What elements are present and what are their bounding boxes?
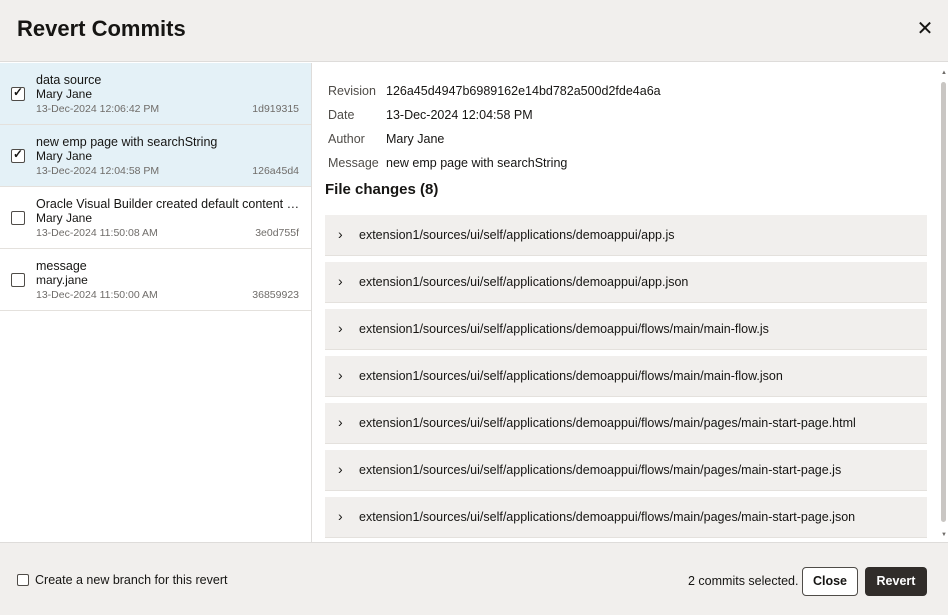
commit-date: 13-Dec-2024 12:06:42 PM (36, 103, 160, 115)
revision-value: 126a45d4947b6989162e14bd782a500d2fde4a6a (386, 84, 661, 98)
commit-checkbox[interactable] (11, 211, 25, 225)
author-label: Author (328, 132, 365, 146)
chevron-right-icon: › (338, 461, 343, 477)
file-change-row[interactable]: › extension1/sources/ui/self/application… (325, 403, 927, 444)
commit-item[interactable]: message mary.jane 13-Dec-2024 11:50:00 A… (0, 249, 311, 311)
chevron-right-icon: › (338, 414, 343, 430)
commit-item[interactable]: Oracle Visual Builder created default co… (0, 187, 311, 249)
revision-label: Revision (328, 84, 376, 98)
commit-message: new emp page with searchString (36, 135, 218, 149)
dialog-title: Revert Commits (17, 16, 186, 41)
chevron-right-icon: › (338, 508, 343, 524)
chevron-right-icon: › (338, 367, 343, 383)
file-changes-title: File changes (8) (325, 181, 439, 198)
commit-date: 13-Dec-2024 11:50:00 AM (36, 289, 158, 301)
close-button[interactable]: Close (802, 567, 858, 596)
dialog-header: Revert Commits ✕ (0, 0, 948, 62)
commit-item[interactable]: ✓ new emp page with searchString Mary Ja… (0, 125, 311, 187)
commit-details-panel: Revision 126a45d4947b6989162e14bd782a500… (313, 63, 948, 542)
commit-author: Mary Jane (36, 149, 93, 163)
scroll-up-arrow-icon[interactable]: ▲ (941, 70, 947, 76)
scrollbar-thumb[interactable] (941, 82, 946, 522)
new-branch-checkbox[interactable] (17, 574, 29, 586)
file-path: extension1/sources/ui/self/applications/… (359, 275, 689, 289)
file-path: extension1/sources/ui/self/applications/… (359, 463, 842, 477)
commit-author: Mary Jane (36, 87, 93, 101)
date-value: 13-Dec-2024 12:04:58 PM (386, 108, 533, 122)
selected-count-text: 2 commits selected. (688, 574, 799, 588)
commit-hash: 3e0d755f (255, 227, 299, 239)
commit-hash: 126a45d4 (252, 165, 299, 177)
commit-date: 13-Dec-2024 11:50:08 AM (36, 227, 158, 239)
commit-checkbox[interactable]: ✓ (11, 147, 25, 163)
commit-author: Mary Jane (36, 211, 93, 225)
file-path: extension1/sources/ui/self/applications/… (359, 510, 856, 524)
commit-date: 13-Dec-2024 12:04:58 PM (36, 165, 160, 177)
file-path: extension1/sources/ui/self/applications/… (359, 322, 769, 336)
file-path: extension1/sources/ui/self/applications/… (359, 228, 675, 242)
message-value: new emp page with searchString (386, 156, 568, 170)
file-path: extension1/sources/ui/self/applications/… (359, 369, 783, 383)
file-change-row[interactable]: › extension1/sources/ui/self/application… (325, 497, 927, 538)
file-change-row[interactable]: › extension1/sources/ui/self/application… (325, 450, 927, 491)
commit-message: Oracle Visual Builder created default co… (36, 197, 300, 211)
file-path: extension1/sources/ui/self/applications/… (359, 416, 856, 430)
chevron-right-icon: › (338, 320, 343, 336)
author-value: Mary Jane (386, 132, 445, 146)
chevron-right-icon: › (338, 226, 343, 242)
commit-author: mary.jane (36, 273, 88, 287)
commit-checkbox[interactable]: ✓ (11, 85, 25, 101)
commit-message: data source (36, 73, 102, 87)
commit-hash: 1d919315 (252, 103, 299, 115)
chevron-right-icon: › (338, 273, 343, 289)
new-branch-label[interactable]: Create a new branch for this revert (35, 573, 227, 587)
scroll-down-arrow-icon[interactable]: ▼ (941, 532, 947, 538)
message-label: Message (328, 156, 379, 170)
file-change-row[interactable]: › extension1/sources/ui/self/application… (325, 356, 927, 397)
commit-list: ✓ data source Mary Jane 13-Dec-2024 12:0… (0, 63, 312, 542)
file-change-row[interactable]: › extension1/sources/ui/self/application… (325, 309, 927, 350)
file-change-row[interactable]: › extension1/sources/ui/self/application… (325, 215, 927, 256)
date-label: Date (328, 108, 355, 122)
checkmark-icon: ✓ (12, 85, 24, 99)
revert-button[interactable]: Revert (865, 567, 927, 596)
commit-message: message (36, 259, 87, 273)
close-icon[interactable]: ✕ (912, 18, 938, 44)
file-change-row[interactable]: › extension1/sources/ui/self/application… (325, 262, 927, 303)
commit-checkbox[interactable] (11, 273, 25, 287)
checkmark-icon: ✓ (12, 147, 24, 161)
dialog-footer: Create a new branch for this revert 2 co… (0, 542, 948, 615)
commit-item[interactable]: ✓ data source Mary Jane 13-Dec-2024 12:0… (0, 63, 311, 125)
commit-hash: 36859923 (252, 289, 299, 301)
